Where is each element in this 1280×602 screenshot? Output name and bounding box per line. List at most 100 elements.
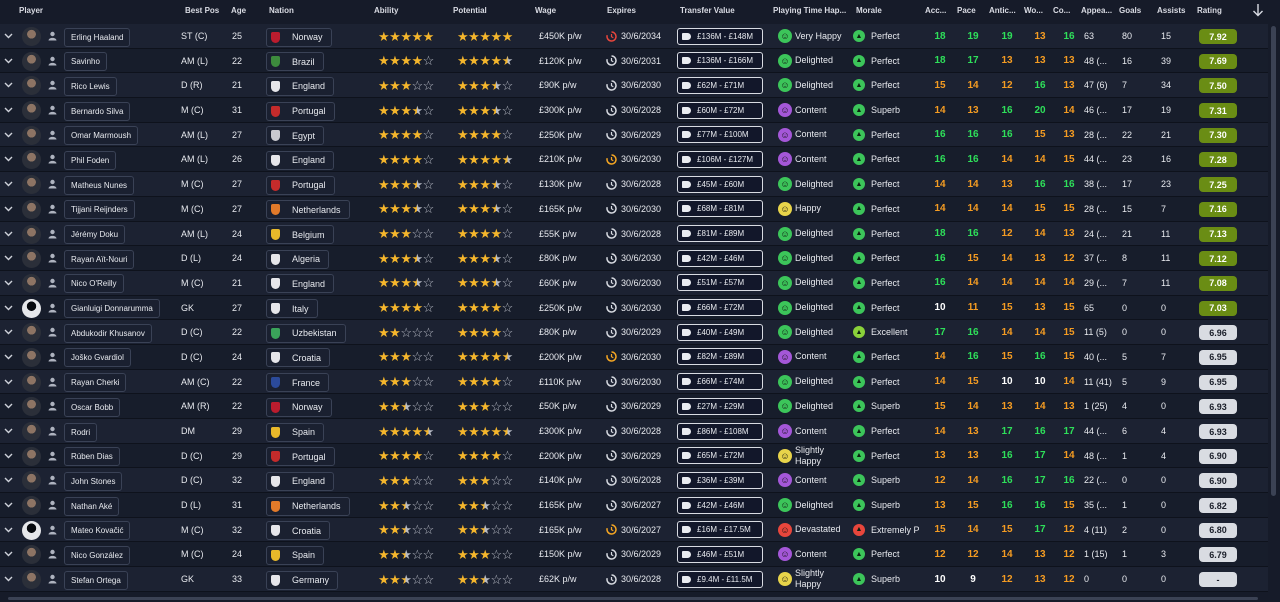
player-name-button[interactable]: Nathan Aké bbox=[64, 496, 120, 516]
player-avatar[interactable] bbox=[22, 298, 41, 318]
nation-button[interactable]: Portugal bbox=[266, 101, 335, 121]
nation-button[interactable]: Norway bbox=[266, 397, 332, 417]
nation-button[interactable]: Spain bbox=[266, 422, 325, 442]
person-icon[interactable] bbox=[46, 320, 58, 344]
col-expires[interactable]: Expires bbox=[607, 6, 636, 15]
player-avatar[interactable] bbox=[22, 545, 41, 565]
table-row[interactable]: Oscar Bobb AM (R) 22 Norway ★ ★ ★ ☆ ☆ ★ ★ ★ ☆ ☆ … bbox=[0, 394, 1268, 419]
transfer-value-button[interactable]: £82M - £89M bbox=[677, 348, 763, 366]
person-icon[interactable] bbox=[46, 444, 58, 468]
transfer-value-button[interactable]: £66M - £72M bbox=[677, 299, 763, 317]
nation-button[interactable]: Portugal bbox=[266, 175, 335, 195]
player-name-button[interactable]: Rayan Aït-Nouri bbox=[64, 249, 135, 269]
chevron-down-icon[interactable] bbox=[2, 49, 14, 73]
person-icon[interactable] bbox=[46, 49, 58, 73]
chevron-down-icon[interactable] bbox=[2, 518, 14, 542]
nation-button[interactable]: England bbox=[266, 274, 335, 294]
chevron-down-icon[interactable] bbox=[2, 345, 14, 369]
nation-button[interactable]: Algeria bbox=[266, 249, 330, 269]
player-avatar[interactable] bbox=[22, 51, 41, 71]
player-avatar[interactable] bbox=[22, 27, 41, 46]
player-avatar[interactable] bbox=[22, 76, 41, 96]
chevron-down-icon[interactable] bbox=[2, 123, 14, 147]
person-icon[interactable] bbox=[46, 98, 58, 122]
col-age[interactable]: Age bbox=[231, 6, 246, 15]
player-avatar[interactable] bbox=[22, 150, 41, 170]
player-avatar[interactable] bbox=[22, 471, 41, 491]
player-avatar[interactable] bbox=[22, 446, 41, 466]
table-row[interactable]: Joško Gvardiol D (C) 24 Croatia ★ ★ ★ ☆ ☆ ★ ★… bbox=[0, 344, 1268, 370]
player-name-button[interactable]: Matheus Nunes bbox=[64, 175, 135, 195]
player-name-button[interactable]: Abdukodir Khusanov bbox=[64, 323, 152, 343]
col-anticipation[interactable]: Antic... bbox=[989, 6, 1016, 15]
nation-button[interactable]: England bbox=[266, 471, 335, 491]
person-icon[interactable] bbox=[46, 567, 58, 591]
person-icon[interactable] bbox=[46, 222, 58, 246]
player-avatar[interactable] bbox=[22, 125, 41, 145]
col-composure[interactable]: Co... bbox=[1053, 6, 1070, 15]
vertical-scrollbar-thumb[interactable] bbox=[1271, 26, 1276, 496]
col-player[interactable]: Player bbox=[19, 6, 43, 15]
player-name-button[interactable]: Mateo Kovačić bbox=[64, 521, 131, 541]
nation-button[interactable]: Norway bbox=[266, 27, 332, 47]
nation-button[interactable]: Italy bbox=[266, 299, 318, 319]
transfer-value-button[interactable]: £27M - £29M bbox=[677, 397, 763, 415]
col-acceleration[interactable]: Acc... bbox=[925, 6, 946, 15]
transfer-value-button[interactable]: £16M - £17.5M bbox=[677, 521, 763, 539]
nation-button[interactable]: Brazil bbox=[266, 52, 324, 72]
person-icon[interactable] bbox=[46, 147, 58, 171]
chevron-down-icon[interactable] bbox=[2, 320, 14, 344]
player-avatar[interactable] bbox=[22, 101, 41, 121]
nation-button[interactable]: Croatia bbox=[266, 521, 331, 541]
col-appearances[interactable]: Appea... bbox=[1081, 6, 1112, 15]
col-playing-time[interactable]: Playing Time Hap... bbox=[773, 6, 846, 15]
table-row[interactable]: Tijjani Reijnders M (C) 27 Netherlands ★… bbox=[0, 196, 1268, 222]
player-name-button[interactable]: Joško Gvardiol bbox=[64, 348, 131, 368]
table-row[interactable]: Rodri DM 29 Spain ★ ★ ★ ★ ★ ★ ★ ★ ★ ★ £300K p/w … bbox=[0, 419, 1268, 444]
player-avatar[interactable] bbox=[22, 199, 41, 219]
nation-button[interactable]: England bbox=[266, 150, 335, 170]
chevron-down-icon[interactable] bbox=[2, 98, 14, 122]
player-avatar[interactable] bbox=[22, 347, 41, 367]
col-ability[interactable]: Ability bbox=[374, 6, 398, 15]
player-avatar[interactable] bbox=[22, 249, 41, 269]
player-name-button[interactable]: Erling Haaland bbox=[64, 27, 131, 47]
person-icon[interactable] bbox=[46, 394, 58, 418]
nation-button[interactable]: England bbox=[266, 76, 335, 96]
person-icon[interactable] bbox=[46, 197, 58, 221]
nation-button[interactable]: Netherlands bbox=[266, 496, 350, 516]
player-name-button[interactable]: Phil Foden bbox=[64, 150, 117, 170]
chevron-down-icon[interactable] bbox=[2, 222, 14, 246]
chevron-down-icon[interactable] bbox=[2, 468, 14, 492]
transfer-value-button[interactable]: £60M - £72M bbox=[677, 101, 763, 119]
col-pace[interactable]: Pace bbox=[957, 6, 976, 15]
col-work-rate[interactable]: Wo... bbox=[1024, 6, 1043, 15]
chevron-down-icon[interactable] bbox=[2, 24, 14, 48]
person-icon[interactable] bbox=[46, 345, 58, 369]
transfer-value-button[interactable]: £77M - £100M bbox=[677, 126, 763, 144]
person-icon[interactable] bbox=[46, 24, 58, 48]
player-avatar[interactable] bbox=[22, 570, 41, 590]
person-icon[interactable] bbox=[46, 296, 58, 320]
table-row[interactable]: Abdukodir Khusanov D (C) 22 Uzbekistan ★… bbox=[0, 320, 1268, 345]
table-row[interactable]: Savinho AM (L) 22 Brazil ★ ★ ★ ★ ☆ ★ ★ ★ ★ ★ £12… bbox=[0, 48, 1268, 74]
person-icon[interactable] bbox=[46, 493, 58, 517]
transfer-value-button[interactable]: £36M - £39M bbox=[677, 471, 763, 489]
player-avatar[interactable] bbox=[22, 372, 41, 392]
player-name-button[interactable]: Rayan Cherki bbox=[64, 373, 127, 393]
transfer-value-button[interactable]: £42M - £46M bbox=[677, 249, 763, 267]
chevron-down-icon[interactable] bbox=[2, 567, 14, 591]
transfer-value-button[interactable]: £106M - £127M bbox=[677, 150, 763, 168]
table-row[interactable]: Jérémy Doku AM (L) 24 Belgium ★ ★ ★ ☆ ☆ ★ ★ ★ ★… bbox=[0, 221, 1268, 247]
nation-button[interactable]: Egypt bbox=[266, 126, 325, 146]
player-name-button[interactable]: Nico O'Reilly bbox=[64, 274, 124, 294]
player-avatar[interactable] bbox=[22, 175, 41, 195]
player-avatar[interactable] bbox=[22, 422, 41, 441]
chevron-down-icon[interactable] bbox=[2, 542, 14, 566]
sort-arrow-icon[interactable] bbox=[1252, 3, 1264, 17]
nation-button[interactable]: Spain bbox=[266, 545, 325, 565]
table-row[interactable]: Matheus Nunes M (C) 27 Portugal ★ ★ ★ ★ ☆ ★ ★… bbox=[0, 172, 1268, 197]
col-nation[interactable]: Nation bbox=[269, 6, 294, 15]
transfer-value-button[interactable]: £46M - £51M bbox=[677, 545, 763, 563]
chevron-down-icon[interactable] bbox=[2, 147, 14, 171]
